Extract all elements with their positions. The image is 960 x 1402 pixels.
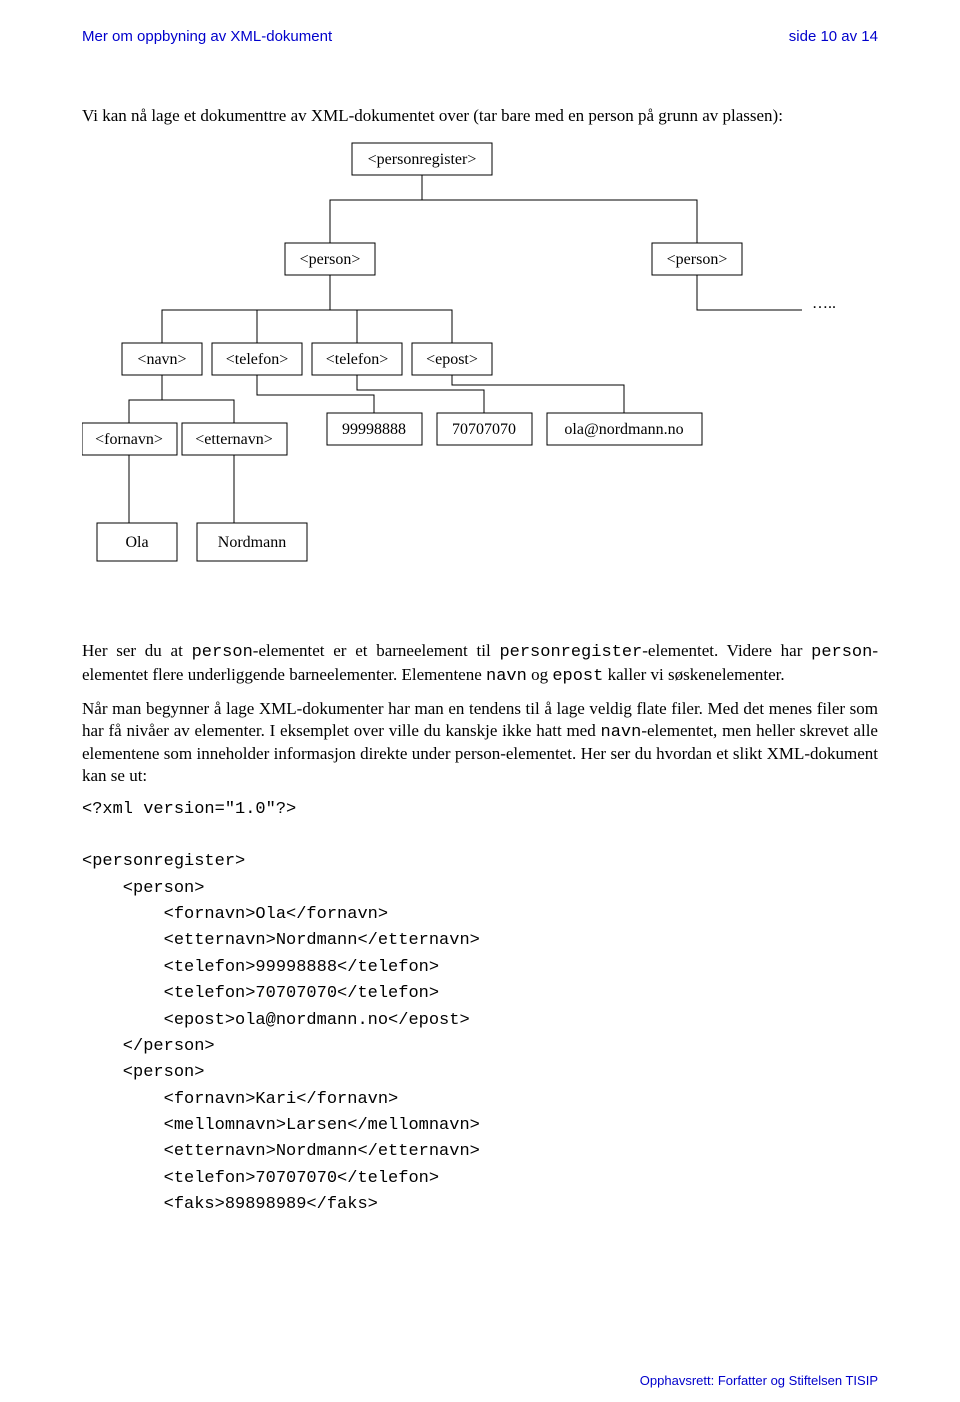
node-tel2val: 70707070	[437, 413, 532, 445]
node-epostval-label: ola@nordmann.no	[564, 421, 683, 438]
xml-tree-diagram: <personregister> <person> <person> ….. <…	[82, 140, 878, 610]
node-telefon1-label: <telefon>	[226, 351, 288, 368]
node-etternavn-label: <etternavn>	[195, 431, 273, 448]
code-navn: navn	[486, 667, 527, 686]
code-person-1: person	[192, 643, 253, 662]
node-fornavn-label: <fornavn>	[95, 431, 163, 448]
code-navn-2: navn	[601, 723, 642, 742]
node-person1: <person>	[285, 243, 375, 275]
node-telefon1: <telefon>	[212, 343, 302, 375]
node-fornval: Ola	[97, 523, 177, 561]
p1f: kaller vi søskenelementer.	[603, 665, 784, 684]
p1a: Her ser du at	[82, 641, 192, 660]
node-epostval: ola@nordmann.no	[547, 413, 702, 445]
node-telefon2: <telefon>	[312, 343, 402, 375]
node-fornavn: <fornavn>	[82, 423, 177, 455]
node-etterval: Nordmann	[197, 523, 307, 561]
paragraph-1: Her ser du at person-elementet er et bar…	[82, 640, 878, 688]
p1c: -elementet. Videre har	[642, 641, 811, 660]
page-footer: Opphavsrett: Forfatter og Stiftelsen TIS…	[640, 1373, 878, 1388]
node-epost-label: <epost>	[426, 351, 478, 368]
xml-code-block: <?xml version="1.0"?> <personregister> <…	[82, 797, 878, 1219]
page-header: Mer om oppbyning av XML-dokument side 10…	[82, 28, 878, 45]
intro-text: Vi kan nå lage et dokumenttre av XML-dok…	[82, 105, 878, 126]
node-etterval-label: Nordmann	[218, 534, 286, 551]
header-right: side 10 av 14	[789, 28, 878, 45]
node-fornval-label: Ola	[125, 534, 148, 551]
node-person2: <person>	[652, 243, 742, 275]
code-personregister: personregister	[499, 643, 642, 662]
node-navn-label: <navn>	[137, 351, 186, 368]
node-person2-label: <person>	[667, 251, 728, 268]
node-personregister: <personregister>	[352, 143, 492, 175]
node-tel1val: 99998888	[327, 413, 422, 445]
node-navn: <navn>	[122, 343, 202, 375]
node-person1-label: <person>	[300, 251, 361, 268]
code-epost: epost	[552, 667, 603, 686]
node-telefon2-label: <telefon>	[326, 351, 388, 368]
node-tel1val-label: 99998888	[342, 421, 406, 438]
node-tel2val-label: 70707070	[452, 421, 516, 438]
code-person-2: person	[811, 643, 872, 662]
header-left: Mer om oppbyning av XML-dokument	[82, 28, 332, 45]
node-personregister-label: <personregister>	[368, 151, 477, 168]
ellipsis: …..	[812, 295, 836, 312]
node-epost: <epost>	[412, 343, 492, 375]
p1b: -elementet er et barneelement til	[253, 641, 500, 660]
paragraph-2: Når man begynner å lage XML-dokumenter h…	[82, 698, 878, 787]
node-etternavn: <etternavn>	[182, 423, 287, 455]
p1e: og	[527, 665, 553, 684]
